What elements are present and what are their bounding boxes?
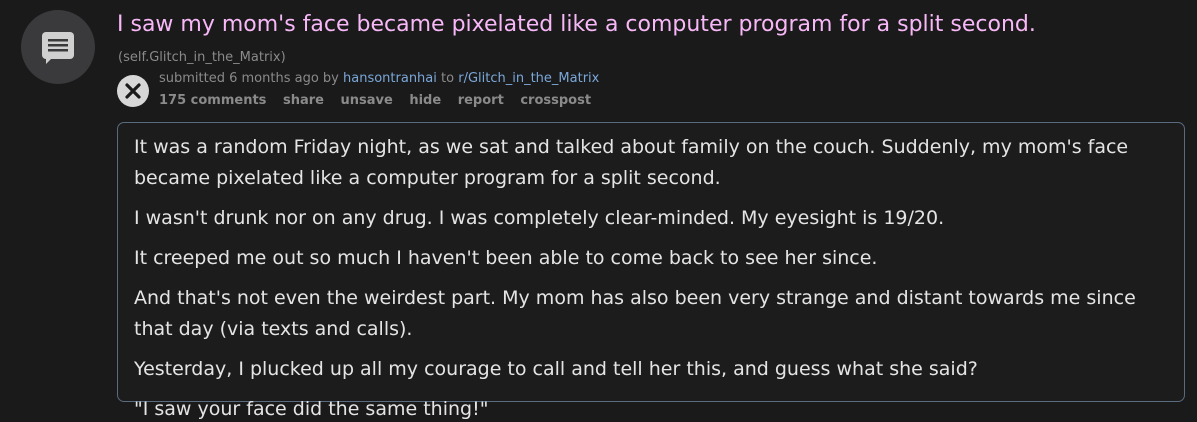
post-body: It was a random Friday night, as we sat … bbox=[117, 122, 1185, 420]
self-post-icon bbox=[42, 32, 74, 64]
share-link[interactable]: share bbox=[283, 93, 324, 108]
comments-link[interactable]: 175 comments bbox=[159, 93, 266, 108]
unsave-link[interactable]: unsave bbox=[340, 93, 392, 108]
crosspost-link[interactable]: crosspost bbox=[520, 93, 591, 108]
tagline-middle: to bbox=[436, 71, 459, 86]
post-title[interactable]: I saw my mom's face became pixelated lik… bbox=[117, 10, 1036, 40]
close-icon bbox=[125, 83, 141, 99]
author-link[interactable]: hansontranhai bbox=[343, 71, 437, 86]
body-paragraph: And that's not even the weirdest part. M… bbox=[134, 287, 1136, 340]
hide-link[interactable]: hide bbox=[409, 93, 441, 108]
tagline-prefix: submitted 6 months ago by bbox=[159, 71, 343, 86]
thumbnail[interactable] bbox=[21, 10, 95, 84]
close-button[interactable] bbox=[117, 75, 149, 107]
post-buttons: 175 comments share unsave hide report cr… bbox=[159, 93, 603, 108]
post-domain[interactable]: (self.Glitch_in_the_Matrix) bbox=[118, 50, 286, 65]
body-paragraph: I wasn't drunk nor on any drug. I was co… bbox=[134, 207, 945, 229]
body-paragraph: It creeped me out so much I haven't been… bbox=[134, 247, 878, 269]
body-paragraph: "I saw your face did the same thing!" bbox=[134, 398, 489, 420]
post-tagline: submitted 6 months ago by hansontranhai … bbox=[159, 71, 599, 86]
post-container: I saw my mom's face became pixelated lik… bbox=[0, 0, 1197, 422]
body-paragraph: It was a random Friday night, as we sat … bbox=[134, 136, 1129, 189]
body-paragraph: Yesterday, I plucked up all my courage t… bbox=[134, 358, 978, 380]
report-link[interactable]: report bbox=[458, 93, 504, 108]
subreddit-link[interactable]: r/Glitch_in_the_Matrix bbox=[458, 71, 599, 86]
